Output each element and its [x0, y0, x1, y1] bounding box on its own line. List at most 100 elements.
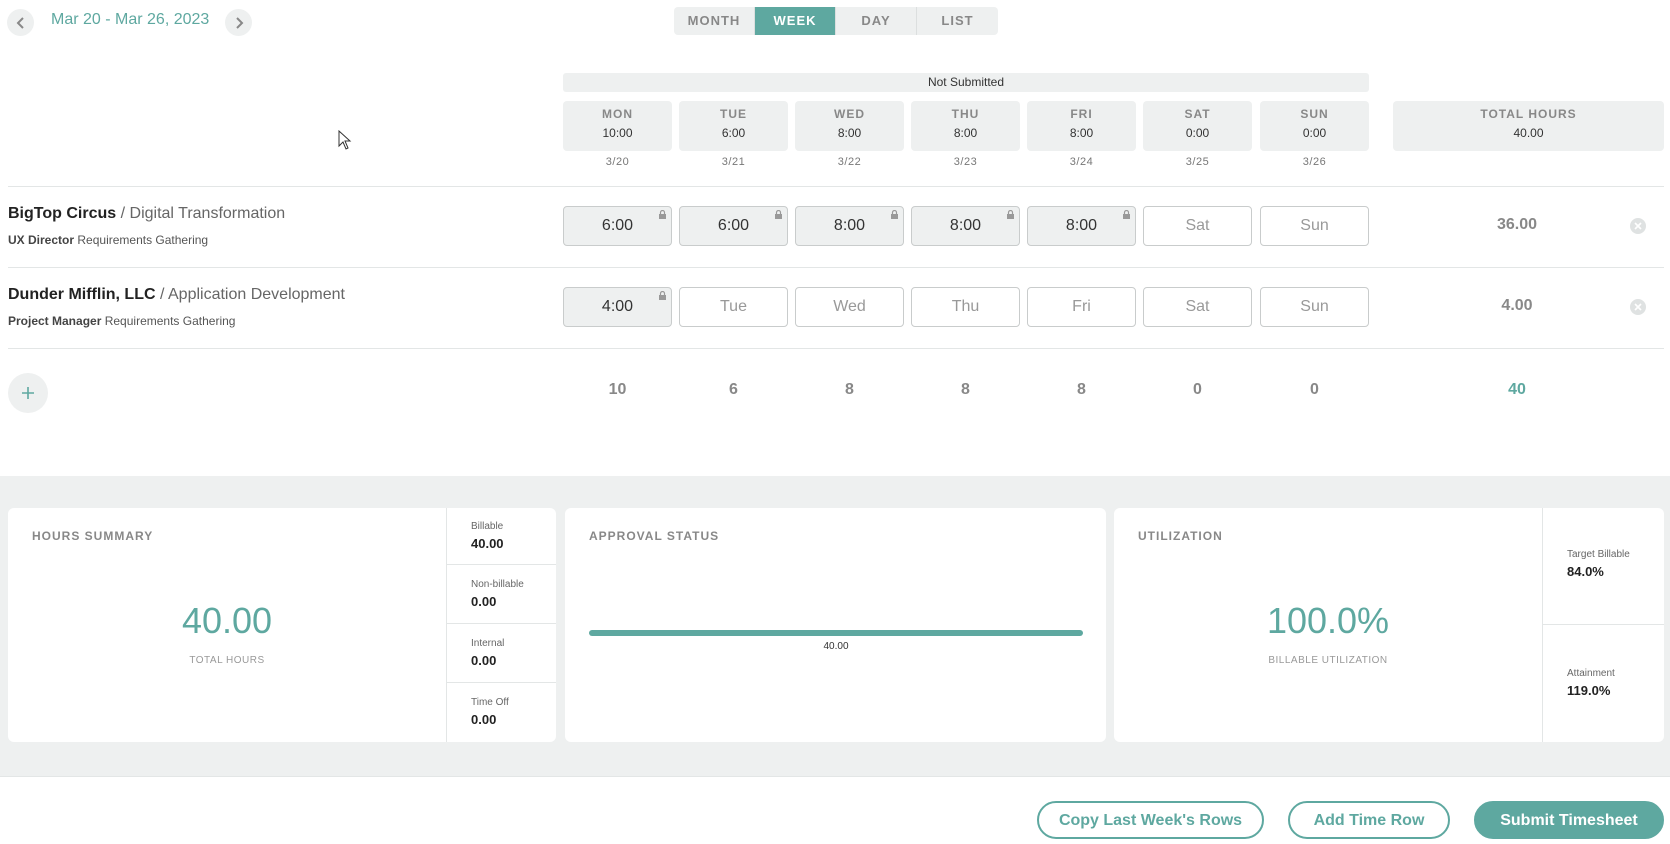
row-divider: [8, 186, 1664, 187]
cell-value: 8:00: [949, 217, 982, 234]
day-hours: 0:00: [1302, 126, 1327, 140]
remove-row-button[interactable]: [1630, 299, 1646, 315]
close-icon: [1634, 303, 1642, 311]
cell-placeholder: Sun: [1300, 298, 1329, 315]
cell-placeholder: Sun: [1300, 217, 1329, 234]
day-header-sun: SUN 0:00: [1260, 101, 1369, 151]
utilization-value: 100.0%: [1266, 600, 1390, 641]
view-toggle: MONTH WEEK DAY LIST: [674, 7, 998, 35]
total-hours-label: TOTAL HOURS: [1480, 107, 1577, 121]
view-tab-week[interactable]: WEEK: [755, 7, 836, 35]
cell-value: 6:00: [717, 217, 750, 234]
cell-placeholder: Tue: [720, 298, 747, 315]
prev-week-button[interactable]: [7, 9, 34, 36]
add-time-row-button[interactable]: Add Time Row: [1288, 801, 1450, 839]
day-name: FRI: [1070, 107, 1093, 121]
view-tab-day[interactable]: DAY: [836, 7, 917, 35]
time-cell-sat[interactable]: Sat: [1143, 206, 1252, 246]
row-subtitle: Project Manager Requirements Gathering: [8, 314, 235, 328]
cell-value: 4:00: [601, 298, 634, 315]
breakdown-value: 0.00: [471, 653, 497, 668]
view-tab-list[interactable]: LIST: [917, 7, 998, 35]
column-total-fri: 8: [1077, 381, 1086, 398]
time-cell-thu[interactable]: Thu: [911, 287, 1020, 327]
time-cell-wed[interactable]: 8:00: [795, 206, 904, 246]
client-name: Dunder Mifflin, LLC: [8, 286, 156, 303]
breakdown-value: 0.00: [471, 712, 497, 727]
cell-value: 6:00: [601, 217, 634, 234]
submit-timesheet-button[interactable]: Submit Timesheet: [1474, 801, 1664, 839]
lock-icon: [775, 210, 782, 219]
day-date: 3/20: [605, 156, 630, 168]
column-total-sun: 0: [1310, 381, 1319, 398]
time-cell-sat[interactable]: Sat: [1143, 287, 1252, 327]
lock-icon: [659, 210, 666, 219]
client-name: BigTop Circus: [8, 205, 117, 222]
task-name: Requirements Gathering: [104, 314, 236, 328]
breakdown-value: 40.00: [471, 536, 504, 551]
total-hours-caption: TOTAL HOURS: [189, 655, 265, 666]
day-date: 3/24: [1069, 156, 1094, 168]
day-hours: 8:00: [837, 126, 862, 140]
time-cell-tue[interactable]: 6:00: [679, 206, 788, 246]
row-title: BigTop Circus / Digital Transformation: [8, 205, 285, 223]
next-week-button[interactable]: [225, 9, 252, 36]
day-date: 3/21: [721, 156, 746, 168]
task-name: Requirements Gathering: [77, 233, 209, 247]
day-name: TUE: [720, 107, 747, 121]
column-total-tue: 6: [729, 381, 738, 398]
time-cell-mon[interactable]: 6:00: [563, 206, 672, 246]
total-hours-header: TOTAL HOURS 40.00: [1393, 101, 1664, 151]
hours-breakdown: Billable 40.00 Non-billable 0.00 Interna…: [446, 508, 556, 742]
utilization-breakdown: Target Billable 84.0% Attainment 119.0%: [1542, 508, 1664, 742]
chevron-right-icon: [235, 16, 243, 29]
utilization-caption: BILLABLE UTILIZATION: [1268, 655, 1388, 666]
time-cell-sun[interactable]: Sun: [1260, 206, 1369, 246]
mouse-cursor-icon: [338, 130, 352, 150]
grand-total: 40: [1508, 381, 1526, 398]
time-cell-wed[interactable]: Wed: [795, 287, 904, 327]
approval-progress-label: 40.00: [823, 641, 849, 652]
time-cell-sun[interactable]: Sun: [1260, 287, 1369, 327]
time-cell-fri[interactable]: 8:00: [1027, 206, 1136, 246]
time-cell-fri[interactable]: Fri: [1027, 287, 1136, 327]
column-total-mon: 10: [608, 381, 627, 398]
row-total: 36.00: [1496, 216, 1538, 233]
approval-status-title: APPROVAL STATUS: [589, 529, 720, 543]
hours-summary-title: HOURS SUMMARY: [32, 529, 154, 543]
day-header-thu: THU 8:00: [911, 101, 1020, 151]
day-name: WED: [834, 107, 865, 121]
copy-last-week-button[interactable]: Copy Last Week's Rows: [1037, 801, 1264, 839]
cell-placeholder: Wed: [833, 298, 866, 315]
time-cell-tue[interactable]: Tue: [679, 287, 788, 327]
breakdown-label: Non-billable: [471, 579, 524, 590]
view-tab-month[interactable]: MONTH: [674, 7, 755, 35]
day-header-tue: TUE 6:00: [679, 101, 788, 151]
close-icon: [1634, 222, 1642, 230]
utilization-title: UTILIZATION: [1138, 529, 1223, 543]
breakdown-label: Internal: [471, 638, 505, 649]
time-cell-mon[interactable]: 4:00: [563, 287, 672, 327]
lock-icon: [1007, 210, 1014, 219]
role-name: Project Manager: [8, 314, 102, 328]
breakdown-item: Target Billable 84.0%: [1543, 508, 1664, 625]
cell-placeholder: Sat: [1185, 298, 1210, 315]
breakdown-label: Attainment: [1567, 668, 1615, 679]
add-row-button[interactable]: [8, 373, 48, 413]
remove-row-button[interactable]: [1630, 218, 1646, 234]
date-range-label: Mar 20 - Mar 26, 2023: [51, 11, 210, 28]
breakdown-value: 84.0%: [1567, 564, 1604, 579]
day-date: 3/26: [1302, 156, 1327, 168]
title-separator: /: [159, 286, 165, 303]
day-hours: 6:00: [721, 126, 746, 140]
row-divider: [8, 267, 1664, 268]
column-total-sat: 0: [1193, 381, 1202, 398]
breakdown-label: Time Off: [471, 697, 509, 708]
cell-value: 8:00: [833, 217, 866, 234]
column-total-thu: 8: [961, 381, 970, 398]
submission-status-badge: Not Submitted: [563, 73, 1369, 92]
row-total: 4.00: [1501, 297, 1533, 314]
breakdown-label: Billable: [471, 521, 504, 532]
time-cell-thu[interactable]: 8:00: [911, 206, 1020, 246]
day-hours: 0:00: [1185, 126, 1210, 140]
